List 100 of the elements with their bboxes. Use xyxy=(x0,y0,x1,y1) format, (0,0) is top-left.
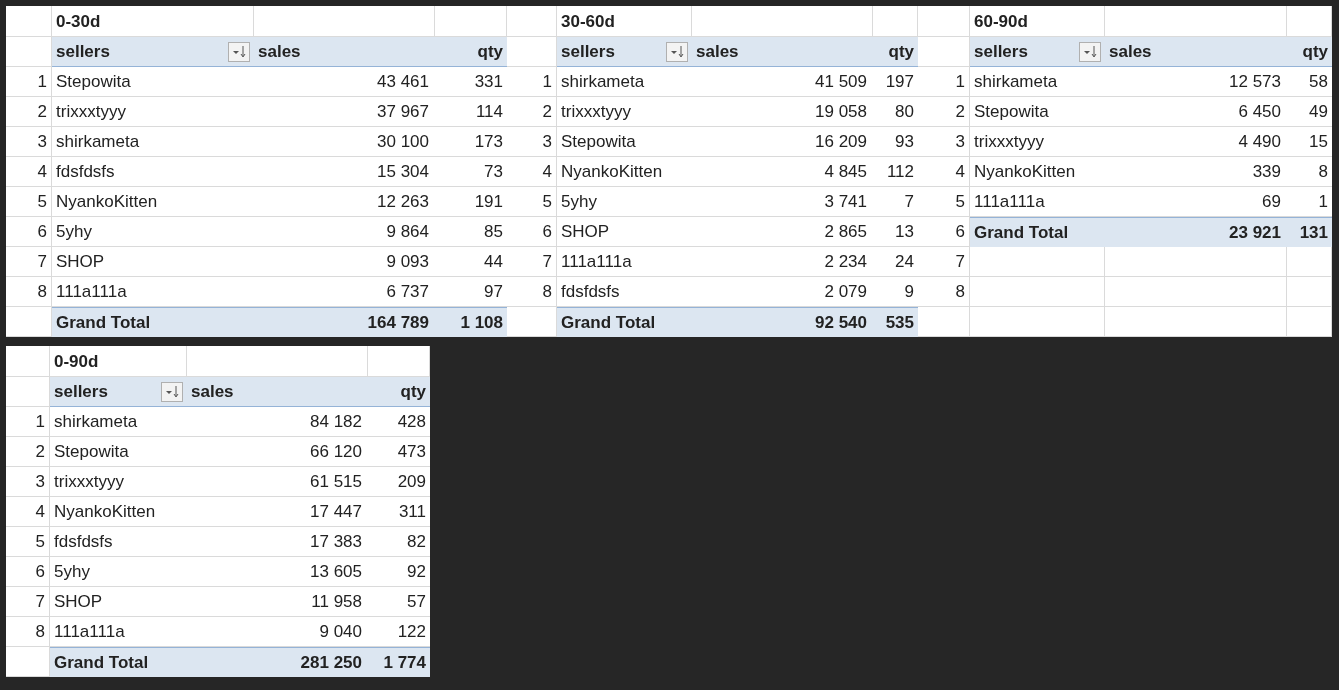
seller-name: 111a111a xyxy=(561,253,632,270)
row-number: 7 xyxy=(955,253,965,270)
qty-value: 7 xyxy=(904,193,914,210)
column-header: qty xyxy=(477,43,503,60)
seller-name: Stepowita xyxy=(561,133,636,150)
qty-value: 473 xyxy=(397,443,426,460)
row-number: 1 xyxy=(37,73,47,90)
row-number: 6 xyxy=(542,223,552,240)
seller-name: SHOP xyxy=(56,253,105,270)
seller-name: SHOP xyxy=(54,593,103,610)
column-header: sellers xyxy=(56,43,110,60)
seller-name: trixxxtyyy xyxy=(974,133,1044,150)
seller-name: trixxxtyyy xyxy=(54,473,124,490)
seller-name: Stepowita xyxy=(974,103,1049,120)
seller-name: shirkameta xyxy=(974,73,1058,90)
seller-name: shirkameta xyxy=(561,73,645,90)
qty-value: 24 xyxy=(895,253,914,270)
seller-name: SHOP xyxy=(561,223,610,240)
qty-value: 1 xyxy=(1318,193,1328,210)
sales-value: 2 079 xyxy=(824,283,867,300)
row-number: 7 xyxy=(35,593,45,610)
seller-name: NyankoKitten xyxy=(56,193,158,210)
row-number: 8 xyxy=(37,283,47,300)
pivot-title: 60-90d xyxy=(974,12,1028,30)
qty-total: 535 xyxy=(885,314,914,331)
qty-value: 15 xyxy=(1309,133,1328,150)
pivot-title: 30-60d xyxy=(561,12,615,30)
row-number: 3 xyxy=(35,473,45,490)
seller-name: Stepowita xyxy=(54,443,129,460)
row-number: 4 xyxy=(37,163,47,180)
sales-value: 3 741 xyxy=(824,193,867,210)
qty-value: 331 xyxy=(474,73,503,90)
row-number: 7 xyxy=(37,253,47,270)
grand-total-label: Grand Total xyxy=(561,314,656,331)
qty-value: 13 xyxy=(895,223,914,240)
row-number: 8 xyxy=(955,283,965,300)
row-number: 3 xyxy=(37,133,47,150)
sales-value: 66 120 xyxy=(310,443,362,460)
column-header: sales xyxy=(1109,43,1152,60)
sales-value: 19 058 xyxy=(815,103,867,120)
sales-value: 37 967 xyxy=(377,103,429,120)
qty-value: 92 xyxy=(407,563,426,580)
row-number: 3 xyxy=(542,133,552,150)
seller-name: trixxxtyyy xyxy=(561,103,631,120)
qty-value: 9 xyxy=(904,283,914,300)
sales-value: 43 461 xyxy=(377,73,429,90)
seller-name: Stepowita xyxy=(56,73,131,90)
row-number: 1 xyxy=(542,73,552,90)
qty-value: 112 xyxy=(886,163,914,180)
row-number: 7 xyxy=(542,253,552,270)
qty-value: 44 xyxy=(484,253,503,270)
seller-name: NyankoKitten xyxy=(54,503,156,520)
pivot-title: 0-90d xyxy=(54,352,99,370)
sales-value: 17 383 xyxy=(310,533,362,550)
row-number: 1 xyxy=(35,413,45,430)
sort-filter-icon[interactable] xyxy=(161,381,183,402)
row-number: 5 xyxy=(37,193,47,210)
sort-filter-icon[interactable] xyxy=(666,41,688,62)
sales-value: 12 263 xyxy=(377,193,429,210)
qty-value: 49 xyxy=(1309,103,1328,120)
grand-total-label: Grand Total xyxy=(56,314,151,331)
seller-name: 5yhy xyxy=(561,193,597,210)
qty-value: 197 xyxy=(885,73,914,90)
row-number: 5 xyxy=(542,193,552,210)
qty-value: 85 xyxy=(484,223,503,240)
qty-value: 122 xyxy=(397,623,426,640)
seller-name: fdsfdsfs xyxy=(54,533,113,550)
qty-value: 57 xyxy=(407,593,426,610)
sales-value: 339 xyxy=(1252,163,1281,180)
sales-value: 9 093 xyxy=(386,253,429,270)
row-number: 2 xyxy=(37,103,47,120)
column-header: sellers xyxy=(54,383,108,400)
sales-value: 30 100 xyxy=(377,133,429,150)
qty-value: 73 xyxy=(484,163,503,180)
qty-total: 131 xyxy=(1299,224,1328,241)
qty-value: 8 xyxy=(1318,163,1328,180)
sales-total: 92 540 xyxy=(815,314,867,331)
grand-total-label: Grand Total xyxy=(974,224,1069,241)
qty-total: 1 774 xyxy=(383,654,426,671)
seller-name: 5yhy xyxy=(56,223,92,240)
qty-total: 1 108 xyxy=(460,314,503,331)
qty-value: 428 xyxy=(397,413,426,430)
sales-value: 41 509 xyxy=(815,73,867,90)
seller-name: NyankoKitten xyxy=(974,163,1076,180)
sales-value: 6 737 xyxy=(386,283,429,300)
empty-cell xyxy=(1287,247,1332,277)
seller-name: fdsfdsfs xyxy=(56,163,115,180)
sort-filter-icon[interactable] xyxy=(228,41,250,62)
qty-value: 82 xyxy=(407,533,426,550)
column-header: sales xyxy=(258,43,301,60)
sort-filter-icon[interactable] xyxy=(1079,41,1101,62)
row-number: 5 xyxy=(955,193,965,210)
column-header: sales xyxy=(191,383,234,400)
sales-value: 84 182 xyxy=(310,413,362,430)
sales-value: 16 209 xyxy=(815,133,867,150)
seller-name: 111a111a xyxy=(974,193,1045,210)
row-number: 2 xyxy=(955,103,965,120)
row-number: 4 xyxy=(542,163,552,180)
row-number: 8 xyxy=(542,283,552,300)
sales-total: 281 250 xyxy=(300,654,362,671)
